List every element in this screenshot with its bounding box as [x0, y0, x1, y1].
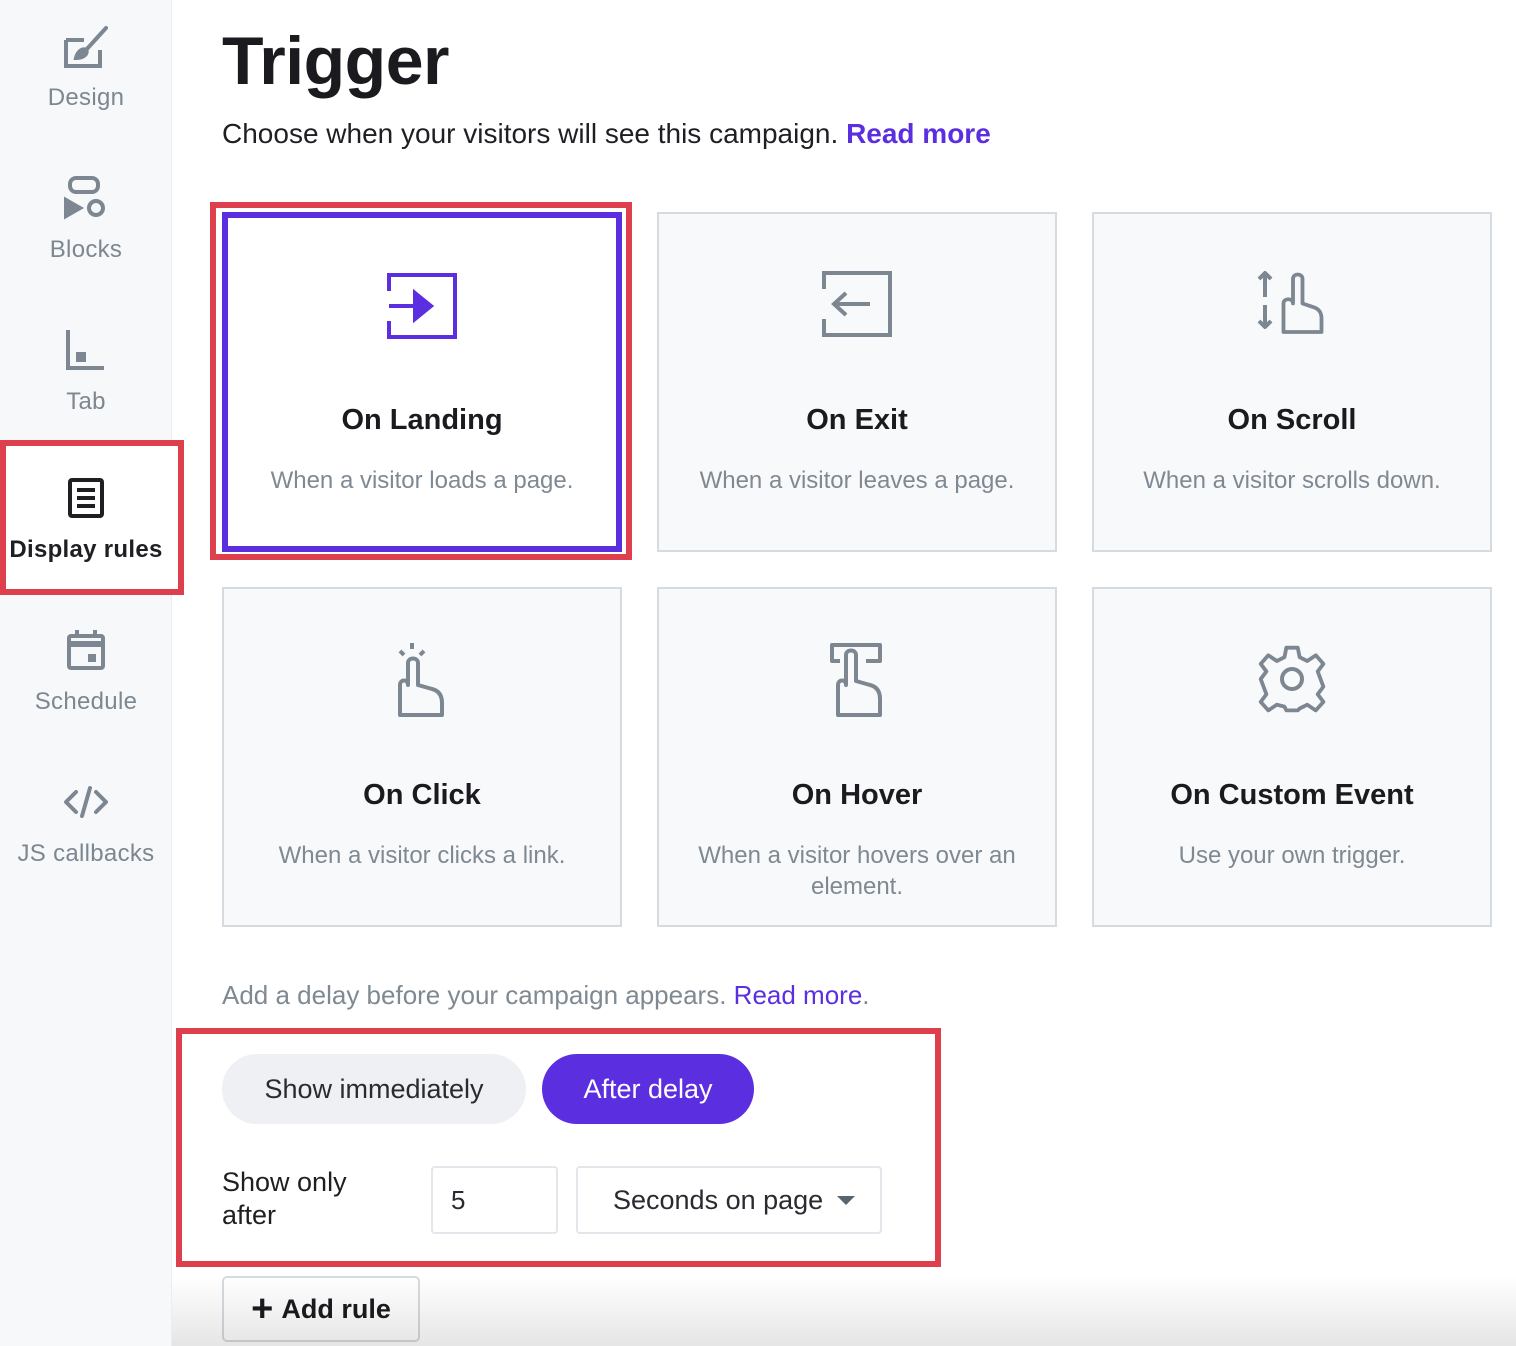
- display-rules-icon: [54, 466, 118, 530]
- blocks-icon: [54, 166, 118, 230]
- sidebar-item-label: JS callbacks: [17, 840, 155, 867]
- sidebar-item-schedule[interactable]: Schedule: [0, 618, 172, 758]
- delay-read-more-link[interactable]: Read more: [734, 980, 863, 1010]
- trigger-desc: When a visitor hovers over an element.: [698, 842, 1016, 900]
- sidebar-item-label: Tab: [66, 388, 106, 415]
- calendar-icon: [54, 618, 118, 682]
- page-title: Trigger: [222, 23, 450, 99]
- trigger-desc: When a visitor leaves a page.: [699, 467, 1015, 494]
- read-more-link[interactable]: Read more: [846, 118, 991, 149]
- sidebar-item-label: Display rules: [9, 536, 163, 563]
- sidebar-item-label: Design: [47, 84, 125, 111]
- show-only-after-line2: after: [222, 1200, 277, 1230]
- sidebar-item-design[interactable]: Design: [0, 14, 172, 154]
- plus-icon: +: [251, 1288, 274, 1330]
- tab-icon: [54, 318, 118, 382]
- enter-icon: [380, 264, 464, 348]
- scroll-hand-icon: [1250, 262, 1334, 346]
- delay-text: Add a delay before your campaign appears…: [222, 980, 727, 1010]
- trigger-title: On Scroll: [1227, 404, 1357, 436]
- design-icon: [54, 14, 118, 78]
- trigger-title: On Hover: [791, 779, 923, 811]
- chevron-down-icon: [837, 1195, 856, 1205]
- sidebar: Design Blocks Tab Display rules Schedule…: [0, 0, 184, 1346]
- show-only-after-label: Show only after: [222, 1166, 347, 1232]
- sidebar-item-display-rules[interactable]: Display rules: [0, 466, 172, 606]
- trigger-card-on-hover[interactable]: On Hover When a visitor hovers over an e…: [657, 587, 1057, 927]
- trigger-desc: When a visitor clicks a link.: [278, 842, 566, 869]
- after-delay-button[interactable]: After delay: [542, 1054, 754, 1124]
- sidebar-item-tab[interactable]: Tab: [0, 318, 172, 458]
- gear-icon: [1250, 637, 1334, 721]
- delay-unit-value: Seconds on page: [613, 1184, 824, 1215]
- trigger-card-on-scroll[interactable]: On Scroll When a visitor scrolls down.: [1092, 212, 1492, 552]
- delay-description: Add a delay before your campaign appears…: [222, 980, 870, 1011]
- hover-hand-icon: [815, 637, 899, 721]
- sidebar-item-label: Schedule: [34, 688, 138, 715]
- trigger-title: On Exit: [806, 404, 908, 436]
- delay-amount-input[interactable]: [431, 1166, 558, 1234]
- trigger-desc: Use your own trigger.: [1178, 842, 1406, 869]
- trigger-title: On Landing: [341, 404, 503, 436]
- trigger-desc: When a visitor scrolls down.: [1143, 467, 1441, 494]
- exit-icon: [815, 262, 899, 346]
- trigger-title: On Click: [363, 779, 481, 811]
- page-subtitle: Choose when your visitors will see this …: [222, 118, 991, 150]
- trigger-card-on-landing[interactable]: On Landing When a visitor loads a page.: [222, 212, 622, 552]
- subtitle-text: Choose when your visitors will see this …: [222, 118, 839, 149]
- sidebar-item-blocks[interactable]: Blocks: [0, 166, 172, 306]
- trigger-card-on-click[interactable]: On Click When a visitor clicks a link.: [222, 587, 622, 927]
- show-only-after-line1: Show only: [222, 1167, 347, 1197]
- show-immediately-button[interactable]: Show immediately: [222, 1054, 526, 1124]
- trigger-title: On Custom Event: [1170, 779, 1414, 811]
- trigger-card-on-exit[interactable]: On Exit When a visitor leaves a page.: [657, 212, 1057, 552]
- click-hand-icon: [380, 637, 464, 721]
- sidebar-item-label: Blocks: [49, 236, 123, 263]
- add-rule-label: Add rule: [281, 1293, 391, 1324]
- sidebar-item-js-callbacks[interactable]: JS callbacks: [0, 770, 172, 910]
- trigger-desc: When a visitor loads a page.: [270, 467, 574, 494]
- trigger-card-on-custom-event[interactable]: On Custom Event Use your own trigger.: [1092, 587, 1492, 927]
- add-rule-button[interactable]: + Add rule: [222, 1276, 420, 1342]
- delay-period: .: [862, 980, 870, 1010]
- delay-unit-select[interactable]: Seconds on page: [576, 1166, 882, 1234]
- code-icon: [54, 770, 118, 834]
